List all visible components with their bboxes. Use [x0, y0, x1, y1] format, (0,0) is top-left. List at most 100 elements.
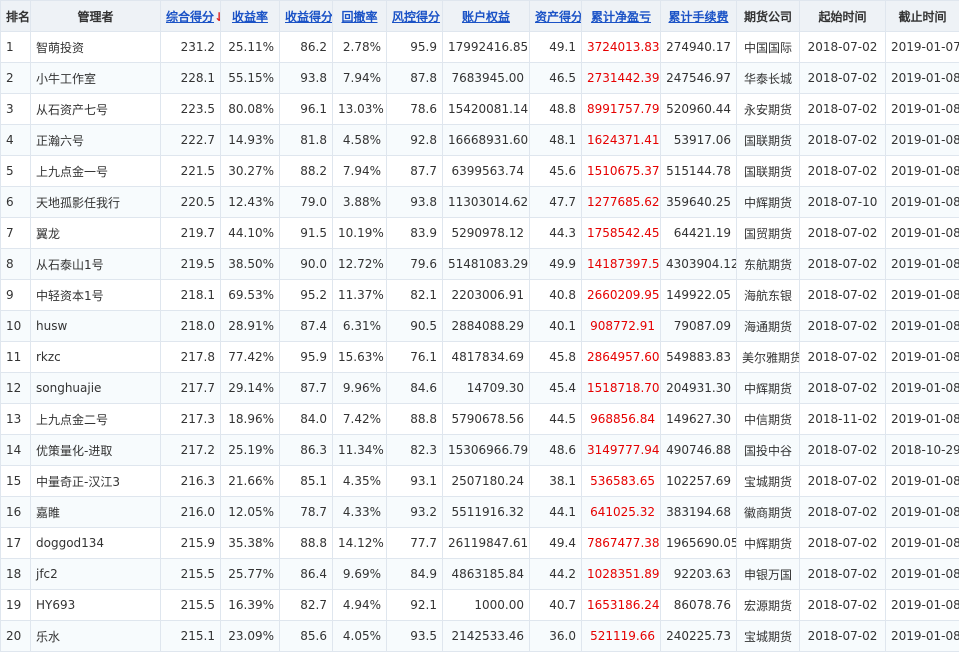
cell-futures-company: 中信期货	[737, 404, 800, 435]
header-total-score[interactable]: 综合得分↓	[161, 1, 221, 32]
cell-manager[interactable]: rkzc	[31, 342, 161, 373]
header-account-equity[interactable]: 账户权益	[443, 1, 530, 32]
cell-futures-company: 申银万国	[737, 559, 800, 590]
header-manager: 管理者	[31, 1, 161, 32]
header-net-pnl[interactable]: 累计净盈亏	[582, 1, 661, 32]
cell-manager[interactable]: songhuajie	[31, 373, 161, 404]
sort-link-total-score[interactable]: 综合得分	[166, 10, 214, 24]
sort-link-account-equity[interactable]: 账户权益	[462, 10, 510, 24]
table-row[interactable]: 11rkzc217.877.42%95.915.63%76.14817834.6…	[1, 342, 959, 373]
table-row[interactable]: 6天地孤影任我行220.512.43%79.03.88%93.811303014…	[1, 187, 959, 218]
cell-drawdown: 4.94%	[333, 590, 387, 621]
cell-net-pnl: 1277685.62	[582, 187, 661, 218]
cell-manager[interactable]: doggod134	[31, 528, 161, 559]
cell-end-date: 2019-01-08	[886, 187, 959, 218]
cell-futures-company: 中辉期货	[737, 373, 800, 404]
cell-risk-score: 90.5	[387, 311, 443, 342]
cell-manager[interactable]: 智萌投资	[31, 32, 161, 63]
cell-manager[interactable]: 乐水	[31, 621, 161, 652]
cell-manager[interactable]: 中量奇正-汉江3	[31, 466, 161, 497]
cell-futures-company: 国联期货	[737, 156, 800, 187]
header-return-rate[interactable]: 收益率	[221, 1, 280, 32]
cell-start-date: 2018-07-02	[800, 125, 886, 156]
table-row[interactable]: 18jfc2215.525.77%86.49.69%84.94863185.84…	[1, 559, 959, 590]
sort-link-return-score[interactable]: 收益得分	[285, 10, 333, 24]
sort-link-asset-score[interactable]: 资产得分	[535, 10, 582, 24]
header-return-score[interactable]: 收益得分	[280, 1, 333, 32]
table-row[interactable]: 8从石泰山1号219.538.50%90.012.72%79.651481083…	[1, 249, 959, 280]
table-row[interactable]: 10husw218.028.91%87.46.31%90.52884088.29…	[1, 311, 959, 342]
table-row[interactable]: 7翼龙219.744.10%91.510.19%83.95290978.1244…	[1, 218, 959, 249]
table-row[interactable]: 16嘉睢216.012.05%78.74.33%93.25511916.3244…	[1, 497, 959, 528]
cell-end-date: 2019-01-08	[886, 497, 959, 528]
cell-net-pnl: 8991757.79	[582, 94, 661, 125]
cell-manager[interactable]: 小牛工作室	[31, 63, 161, 94]
cell-rank: 6	[1, 187, 31, 218]
cell-manager[interactable]: 天地孤影任我行	[31, 187, 161, 218]
cell-drawdown: 4.35%	[333, 466, 387, 497]
cell-futures-company: 海航东银	[737, 280, 800, 311]
cell-account-equity: 6399563.74	[443, 156, 530, 187]
table-row[interactable]: 20乐水215.123.09%85.64.05%93.52142533.4636…	[1, 621, 959, 652]
cell-manager[interactable]: jfc2	[31, 559, 161, 590]
table-row[interactable]: 1智萌投资231.225.11%86.22.78%95.917992416.85…	[1, 32, 959, 63]
sort-link-risk-score[interactable]: 风控得分	[392, 10, 440, 24]
sort-link-drawdown[interactable]: 回撤率	[341, 10, 377, 24]
cell-drawdown: 6.31%	[333, 311, 387, 342]
table-row[interactable]: 5上九点金一号221.530.27%88.27.94%87.76399563.7…	[1, 156, 959, 187]
header-asset-score[interactable]: 资产得分	[530, 1, 582, 32]
table-row[interactable]: 15中量奇正-汉江3216.321.66%85.14.35%93.1250718…	[1, 466, 959, 497]
cell-manager[interactable]: 嘉睢	[31, 497, 161, 528]
table-row[interactable]: 2小牛工作室228.155.15%93.87.94%87.87683945.00…	[1, 63, 959, 94]
cell-end-date: 2019-01-08	[886, 156, 959, 187]
cell-return-rate: 16.39%	[221, 590, 280, 621]
cell-total-fees: 64421.19	[661, 218, 737, 249]
cell-return-score: 79.0	[280, 187, 333, 218]
cell-manager[interactable]: 上九点金一号	[31, 156, 161, 187]
cell-manager[interactable]: 上九点金二号	[31, 404, 161, 435]
cell-manager[interactable]: 中轻资本1号	[31, 280, 161, 311]
cell-return-score: 81.8	[280, 125, 333, 156]
cell-manager[interactable]: 从石资产七号	[31, 94, 161, 125]
table-row[interactable]: 14优策量化-进取217.225.19%86.311.34%82.3153069…	[1, 435, 959, 466]
table-row[interactable]: 13上九点金二号217.318.96%84.07.42%88.85790678.…	[1, 404, 959, 435]
cell-manager[interactable]: HY693	[31, 590, 161, 621]
cell-total-fees: 383194.68	[661, 497, 737, 528]
table-body: 1智萌投资231.225.11%86.22.78%95.917992416.85…	[1, 32, 959, 652]
header-futures-company: 期货公司	[737, 1, 800, 32]
header-drawdown[interactable]: 回撤率	[333, 1, 387, 32]
table-row[interactable]: 12songhuajie217.729.14%87.79.96%84.61470…	[1, 373, 959, 404]
table-row[interactable]: 9中轻资本1号218.169.53%95.211.37%82.12203006.…	[1, 280, 959, 311]
header-total-fees[interactable]: 累计手续费	[661, 1, 737, 32]
cell-start-date: 2018-07-02	[800, 32, 886, 63]
cell-total-fees: 247546.97	[661, 63, 737, 94]
sort-link-total-fees[interactable]: 累计手续费	[668, 10, 728, 24]
cell-risk-score: 76.1	[387, 342, 443, 373]
cell-manager[interactable]: husw	[31, 311, 161, 342]
cell-total-fees: 359640.25	[661, 187, 737, 218]
table-row[interactable]: 4正瀚六号222.714.93%81.84.58%92.816668931.60…	[1, 125, 959, 156]
cell-total-score: 219.7	[161, 218, 221, 249]
table-row[interactable]: 3从石资产七号223.580.08%96.113.03%78.615420081…	[1, 94, 959, 125]
cell-drawdown: 11.34%	[333, 435, 387, 466]
cell-end-date: 2019-01-08	[886, 280, 959, 311]
cell-risk-score: 84.9	[387, 559, 443, 590]
cell-account-equity: 15420081.14	[443, 94, 530, 125]
sort-link-net-pnl[interactable]: 累计净盈亏	[591, 10, 651, 24]
cell-rank: 20	[1, 621, 31, 652]
cell-rank: 11	[1, 342, 31, 373]
cell-account-equity: 5290978.12	[443, 218, 530, 249]
cell-asset-score: 44.5	[530, 404, 582, 435]
cell-start-date: 2018-07-02	[800, 156, 886, 187]
sort-link-return-rate[interactable]: 收益率	[232, 10, 268, 24]
cell-start-date: 2018-07-02	[800, 280, 886, 311]
cell-manager[interactable]: 正瀚六号	[31, 125, 161, 156]
table-row[interactable]: 19HY693215.516.39%82.74.94%92.11000.0040…	[1, 590, 959, 621]
header-risk-score[interactable]: 风控得分	[387, 1, 443, 32]
cell-account-equity: 17992416.85	[443, 32, 530, 63]
table-row[interactable]: 17doggod134215.935.38%88.814.12%77.72611…	[1, 528, 959, 559]
cell-manager[interactable]: 翼龙	[31, 218, 161, 249]
cell-return-rate: 29.14%	[221, 373, 280, 404]
cell-manager[interactable]: 优策量化-进取	[31, 435, 161, 466]
cell-manager[interactable]: 从石泰山1号	[31, 249, 161, 280]
